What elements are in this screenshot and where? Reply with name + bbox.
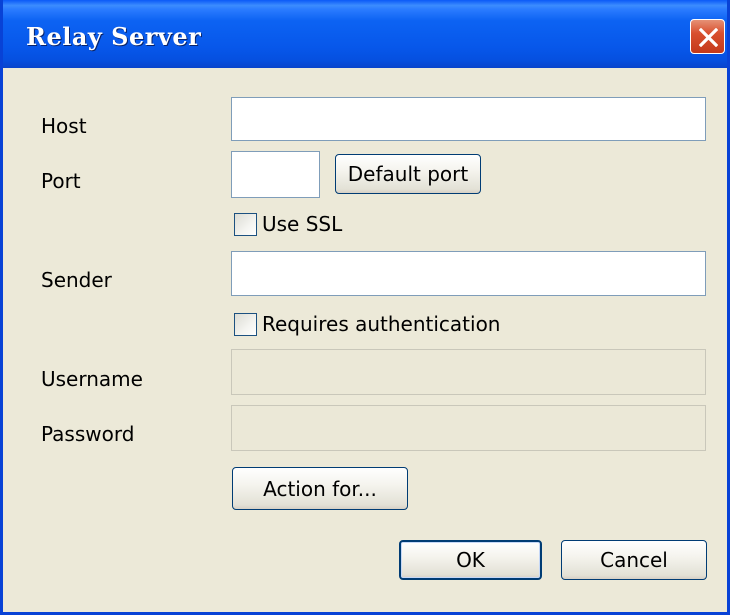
port-label: Port <box>41 169 81 193</box>
ok-button[interactable]: OK <box>399 540 542 580</box>
sender-label: Sender <box>41 268 112 292</box>
password-field[interactable] <box>231 405 706 451</box>
host-label: Host <box>41 114 87 138</box>
use-ssl-label[interactable]: Use SSL <box>262 212 342 236</box>
action-for-button[interactable]: Action for... <box>232 467 408 510</box>
requires-auth-label[interactable]: Requires authentication <box>262 312 501 336</box>
relay-server-dialog: Relay Server Host Port Default port Use … <box>0 0 730 615</box>
sender-input[interactable] <box>232 252 705 295</box>
port-input[interactable] <box>232 152 319 197</box>
port-field[interactable] <box>231 151 320 198</box>
close-button[interactable] <box>690 19 725 54</box>
cancel-button[interactable]: Cancel <box>561 540 707 580</box>
host-input[interactable] <box>232 98 705 140</box>
username-field[interactable] <box>231 349 706 395</box>
title-bar[interactable]: Relay Server <box>3 0 727 68</box>
default-port-button[interactable]: Default port <box>335 154 481 194</box>
close-icon <box>699 28 718 47</box>
sender-field[interactable] <box>231 251 706 296</box>
requires-auth-checkbox[interactable] <box>234 313 257 336</box>
username-label: Username <box>41 367 143 391</box>
password-input[interactable] <box>232 406 705 450</box>
window-title: Relay Server <box>26 22 202 51</box>
password-label: Password <box>41 422 135 446</box>
use-ssl-checkbox[interactable] <box>234 213 257 236</box>
username-input[interactable] <box>232 350 705 394</box>
host-field[interactable] <box>231 97 706 141</box>
